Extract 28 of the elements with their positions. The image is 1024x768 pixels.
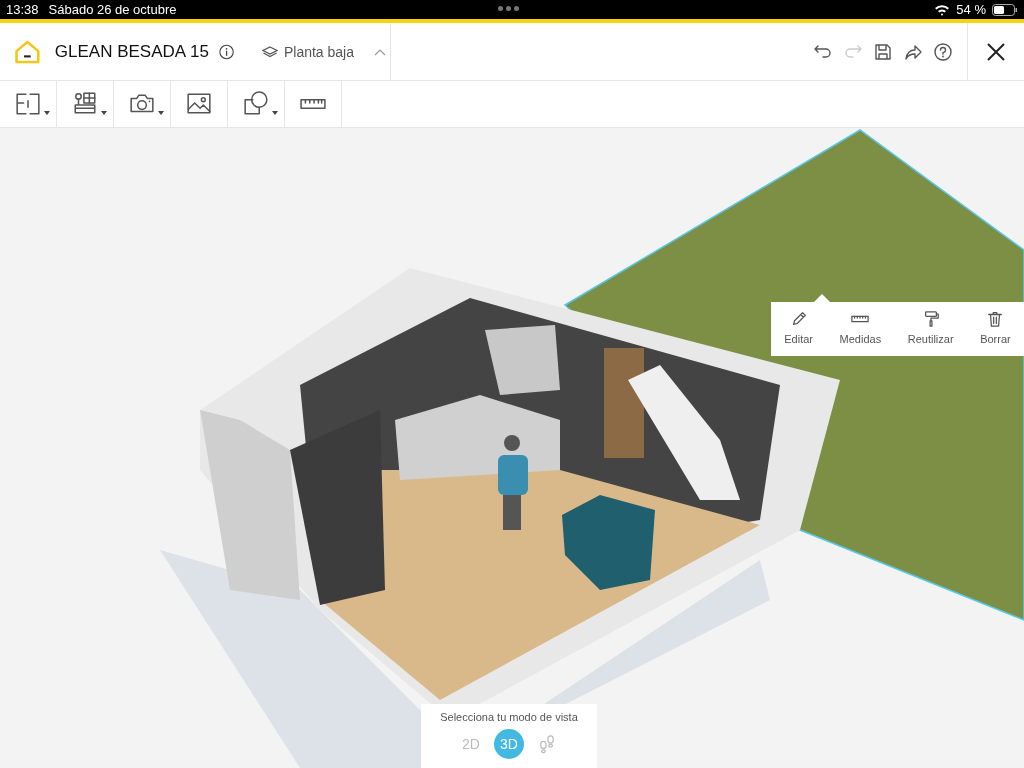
battery-icon — [992, 3, 1018, 16]
clock-time: 13:38 — [6, 2, 39, 17]
help-button[interactable] — [933, 41, 953, 62]
3d-viewport[interactable]: Editar Medidas Reutilizar Borrar Selecciona tu modo de vista 2D 3D — [0, 128, 1024, 768]
chevron-up-icon — [374, 47, 386, 56]
popover-pointer — [813, 294, 831, 303]
save-button[interactable] — [873, 41, 893, 62]
layers-icon — [261, 45, 278, 58]
footprints-icon — [538, 734, 556, 754]
wifi-icon — [934, 3, 951, 16]
floor-plan-icon — [15, 91, 41, 117]
info-icon[interactable] — [218, 42, 234, 61]
floor-selector[interactable]: Planta baja — [257, 39, 390, 64]
context-menu-item[interactable]: Editar — [780, 310, 818, 345]
project-title: GLEAN BESADA 15 — [54, 41, 209, 62]
trash-icon — [986, 310, 1005, 328]
room-3d-drawing[interactable] — [160, 268, 840, 768]
context-menu-item[interactable]: Medidas — [835, 310, 886, 345]
help-icon — [933, 41, 953, 62]
context-menu-item[interactable]: Borrar — [976, 310, 1015, 345]
shapes-icon — [243, 91, 269, 117]
close-icon — [986, 41, 1006, 62]
date-text: Sábado 26 de octubre — [48, 2, 177, 17]
multitask-dots-icon[interactable] — [498, 6, 519, 11]
view-mode-title: Selecciona tu modo de vista — [440, 711, 578, 723]
context-menu-item[interactable]: Reutilizar — [903, 310, 958, 345]
battery-percent: 54 % — [956, 2, 986, 17]
save-icon — [873, 41, 893, 62]
